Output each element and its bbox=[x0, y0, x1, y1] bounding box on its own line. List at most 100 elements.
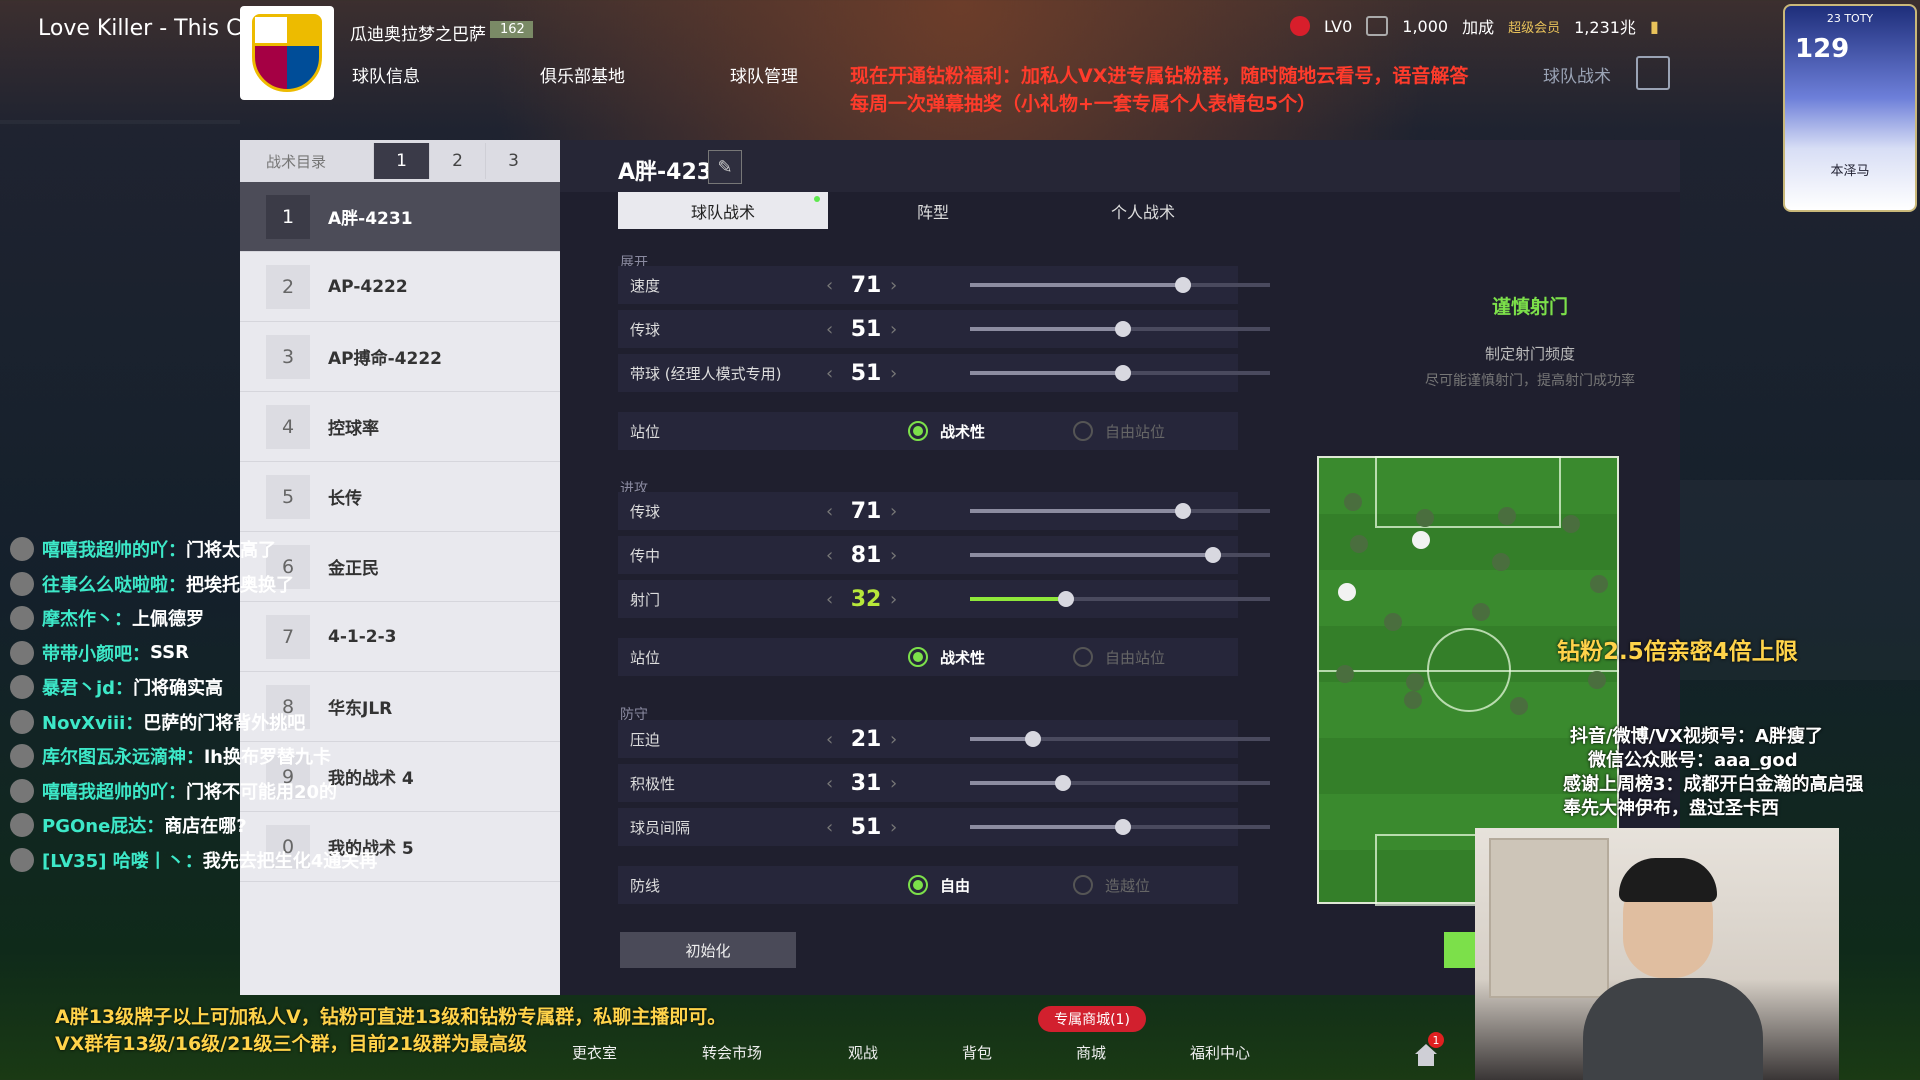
bonus-label: 加成 bbox=[1462, 18, 1495, 37]
nav-team-info[interactable]: 球队信息 bbox=[352, 62, 420, 87]
player-dot bbox=[1416, 509, 1434, 527]
increase-arrow-icon[interactable]: › bbox=[890, 319, 897, 340]
defense-line-free-radio[interactable]: 自由 bbox=[908, 875, 970, 896]
decrease-arrow-icon[interactable]: ‹ bbox=[826, 773, 833, 794]
nav-club-base[interactable]: 俱乐部基地 bbox=[540, 62, 625, 87]
chat-message: [LV35] 哈喽丨丶： 我先去把生化4通关再 bbox=[10, 847, 377, 873]
tip-subtext: 尽可能谨慎射门，提高射门成功率 bbox=[1425, 373, 1635, 389]
tab-team-tactics[interactable]: 球队战术 bbox=[618, 192, 828, 229]
attack-position-tactical-radio[interactable]: 战术性 bbox=[908, 647, 985, 668]
tactic-name: 我的战术 4 bbox=[328, 769, 414, 789]
slider-track[interactable] bbox=[970, 591, 1270, 607]
tactic-name: 长传 bbox=[328, 489, 362, 509]
chat-avatar bbox=[10, 640, 34, 665]
nav-welfare-center[interactable]: 福利中心 bbox=[1190, 1042, 1250, 1063]
nav-spectate[interactable]: 观战 bbox=[848, 1042, 878, 1063]
slider-handle[interactable] bbox=[1115, 365, 1131, 381]
slider-track[interactable] bbox=[970, 819, 1270, 835]
tactic-number: 4 bbox=[266, 404, 310, 449]
increase-arrow-icon[interactable]: › bbox=[890, 589, 897, 610]
slider-handle[interactable] bbox=[1115, 321, 1131, 337]
tab-formation[interactable]: 阵型 bbox=[828, 192, 1038, 229]
increase-arrow-icon[interactable]: › bbox=[890, 545, 897, 566]
slider-handle[interactable] bbox=[1025, 731, 1041, 747]
chat-username: 嘻嘻我超帅的吖： bbox=[42, 540, 186, 561]
decrease-arrow-icon[interactable]: ‹ bbox=[826, 363, 833, 384]
slider-fill bbox=[970, 781, 1063, 785]
overlay-info-2: 微信公众账号：aaa_god bbox=[1588, 750, 1798, 771]
slider-handle[interactable] bbox=[1055, 775, 1071, 791]
sidebar-item-tactic-5[interactable]: 5 长传 bbox=[240, 462, 560, 532]
nav-team-tactics[interactable]: 球队战术 bbox=[1543, 62, 1611, 87]
slider-track[interactable] bbox=[970, 365, 1270, 381]
sidebar-tab-3[interactable]: 3 bbox=[485, 143, 541, 179]
money: 1,231兆 bbox=[1574, 18, 1636, 37]
exit-icon[interactable] bbox=[1636, 56, 1670, 90]
chat-username: NovXviii： bbox=[42, 712, 144, 734]
exclusive-shop-badge[interactable]: 专属商城(1) bbox=[1038, 1006, 1146, 1032]
slider-track[interactable] bbox=[970, 503, 1270, 519]
slider-handle[interactable] bbox=[1058, 591, 1074, 607]
sidebar-item-tactic-7[interactable]: 7 4-1-2-3 bbox=[240, 602, 560, 672]
webcam-person-hair bbox=[1619, 858, 1717, 902]
reset-button[interactable]: 初始化 bbox=[620, 932, 796, 968]
slider-handle[interactable] bbox=[1175, 503, 1191, 519]
build-position-free-radio[interactable]: 自由站位 bbox=[1073, 421, 1165, 442]
card-tag: 23 TOTY bbox=[1826, 12, 1874, 25]
decrease-arrow-icon[interactable]: ‹ bbox=[826, 589, 833, 610]
player-dot bbox=[1344, 493, 1362, 511]
slider-track[interactable] bbox=[970, 731, 1270, 747]
money-icon: ▮ bbox=[1649, 16, 1659, 36]
decrease-arrow-icon[interactable]: ‹ bbox=[826, 729, 833, 750]
top-penalty-box bbox=[1375, 456, 1561, 528]
increase-arrow-icon[interactable]: › bbox=[890, 363, 897, 384]
decrease-arrow-icon[interactable]: ‹ bbox=[826, 275, 833, 296]
sidebar-item-tactic-3[interactable]: 3 AP搏命-4222 bbox=[240, 322, 560, 392]
slider-handle[interactable] bbox=[1175, 277, 1191, 293]
webcam-shelf bbox=[1489, 838, 1609, 998]
decrease-arrow-icon[interactable]: ‹ bbox=[826, 319, 833, 340]
increase-arrow-icon[interactable]: › bbox=[890, 729, 897, 750]
nav-bag[interactable]: 背包 bbox=[962, 1042, 992, 1063]
decrease-arrow-icon[interactable]: ‹ bbox=[826, 501, 833, 522]
chat-text: 把埃托奥换了 bbox=[186, 574, 294, 596]
player-dot bbox=[1404, 691, 1422, 709]
sidebar-item-tactic-4[interactable]: 4 控球率 bbox=[240, 392, 560, 462]
selected-player-dot bbox=[1412, 531, 1430, 549]
chat-message: PGOne屁达： 商店在哪? bbox=[10, 812, 247, 838]
coin-icon bbox=[1366, 16, 1389, 36]
defense-line-offside-radio[interactable]: 造越位 bbox=[1073, 875, 1150, 896]
decrease-arrow-icon[interactable]: ‹ bbox=[826, 817, 833, 838]
tactic-name: 金正民 bbox=[328, 559, 379, 579]
sidebar-item-tactic-1[interactable]: 1 A胖-4231 bbox=[240, 182, 560, 252]
chat-avatar bbox=[10, 537, 34, 561]
sidebar-tab-1[interactable]: 1 bbox=[373, 143, 429, 179]
player-dot bbox=[1588, 671, 1606, 689]
attack-position-free-radio[interactable]: 自由站位 bbox=[1073, 647, 1165, 668]
tab-individual-tactics[interactable]: 个人战术 bbox=[1038, 192, 1248, 229]
edit-icon[interactable]: ✎ bbox=[708, 150, 742, 184]
sidebar-tab-2[interactable]: 2 bbox=[429, 143, 485, 179]
slider-handle[interactable] bbox=[1205, 547, 1221, 563]
slider-track[interactable] bbox=[970, 277, 1270, 293]
chat-message: 摩杰作丶： 上佩德罗 bbox=[10, 605, 204, 631]
nav-team-management[interactable]: 球队管理 bbox=[730, 62, 798, 87]
build-position-tactical-radio[interactable]: 战术性 bbox=[908, 421, 985, 442]
slider-track[interactable] bbox=[970, 321, 1270, 337]
player-dot bbox=[1350, 535, 1368, 553]
slider-track[interactable] bbox=[970, 775, 1270, 791]
sidebar-item-tactic-2[interactable]: 2 AP-4222 bbox=[240, 252, 560, 322]
increase-arrow-icon[interactable]: › bbox=[890, 275, 897, 296]
tactic-number: 7 bbox=[266, 614, 310, 659]
tactic-number: 5 bbox=[266, 474, 310, 519]
chat-avatar bbox=[10, 709, 34, 734]
increase-arrow-icon[interactable]: › bbox=[890, 817, 897, 838]
slider-handle[interactable] bbox=[1115, 819, 1131, 835]
decrease-arrow-icon[interactable]: ‹ bbox=[826, 545, 833, 566]
tactic-number: 2 bbox=[266, 264, 310, 309]
chat-message: 带带小颜吧： SSR bbox=[10, 640, 189, 666]
slider-track[interactable] bbox=[970, 547, 1270, 563]
increase-arrow-icon[interactable]: › bbox=[890, 773, 897, 794]
increase-arrow-icon[interactable]: › bbox=[890, 501, 897, 522]
nav-shop[interactable]: 商城 bbox=[1076, 1042, 1106, 1063]
